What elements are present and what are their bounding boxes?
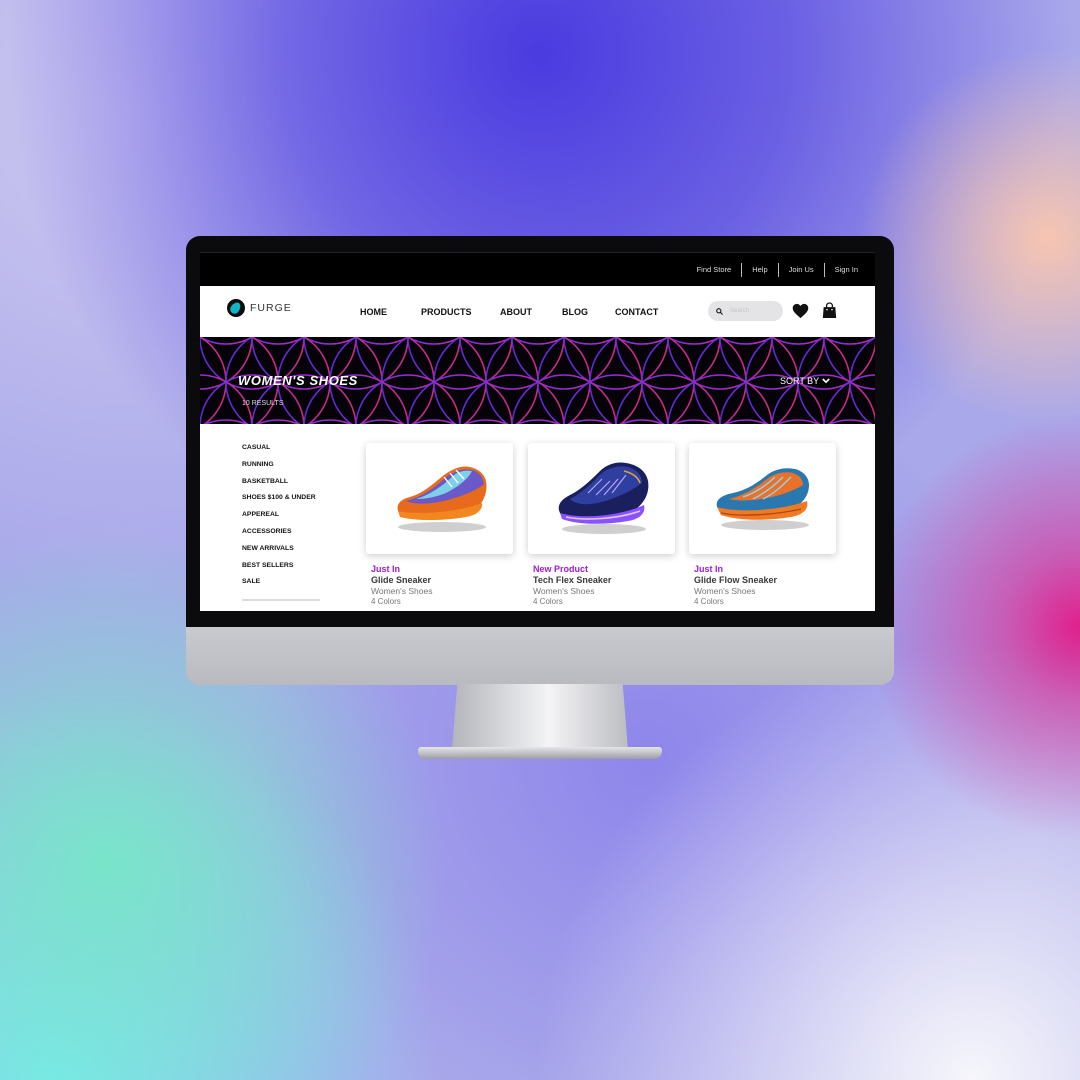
nav-products[interactable]: PRODUCTS	[421, 307, 472, 317]
product-tag: Just In	[694, 564, 724, 574]
category-sale[interactable]: SALE	[242, 577, 316, 594]
product-category: Women's Shoes	[533, 586, 595, 596]
product-card[interactable]: New Product Tech Flex Sneaker Women's Sh…	[528, 443, 675, 606]
product-name[interactable]: Glide Flow Sneaker	[694, 575, 836, 585]
pattern-circle	[667, 374, 773, 424]
product-card[interactable]: Just In Glide Sneaker Women's Shoes 4 Co…	[366, 443, 513, 606]
find-store-link[interactable]: Find Store	[687, 265, 742, 274]
sort-by-dropdown[interactable]: SORT BY	[780, 376, 830, 386]
nav-contact[interactable]: CONTACT	[615, 307, 658, 317]
monitor-stand-base	[418, 747, 662, 759]
product-listing-area: CASUAL RUNNING BASKETBALL SHOES $100 & U…	[200, 424, 875, 611]
pattern-circle	[250, 337, 306, 345]
product-tag: Just In	[371, 564, 401, 574]
brand-logo-icon	[227, 299, 245, 317]
brand-name: FURGE	[250, 302, 292, 314]
category-under-100[interactable]: SHOES $100 & UNDER	[242, 493, 316, 510]
help-link[interactable]: Help	[742, 265, 777, 274]
category-sidebar: CASUAL RUNNING BASKETBALL SHOES $100 & U…	[242, 443, 316, 594]
category-hero-banner: WOMEN'S SHOES 10 RESULTS SORT BY	[200, 337, 875, 424]
nav-blog[interactable]: BLOG	[562, 307, 588, 317]
sidebar-divider	[242, 599, 320, 601]
product-colors: 4 Colors	[371, 597, 401, 606]
product-image[interactable]	[528, 443, 675, 554]
category-new-arrivals[interactable]: NEW ARRIVALS	[242, 544, 316, 561]
pattern-circle	[510, 337, 566, 345]
product-name[interactable]: Glide Sneaker	[371, 575, 513, 585]
product-name[interactable]: Tech Flex Sneaker	[533, 575, 675, 585]
brand-logo[interactable]: FURGE	[227, 299, 292, 317]
monitor-chin	[186, 627, 894, 685]
result-count: 10 RESULTS	[242, 400, 284, 407]
pattern-circle	[354, 337, 410, 345]
page-title: WOMEN'S SHOES	[238, 373, 358, 388]
product-colors: 4 Colors	[694, 597, 724, 606]
heart-icon[interactable]	[792, 303, 809, 319]
search-icon	[716, 307, 723, 315]
pattern-circle	[355, 374, 461, 424]
category-casual[interactable]: CASUAL	[242, 443, 316, 460]
sort-by-label: SORT BY	[780, 376, 820, 386]
category-running[interactable]: RUNNING	[242, 460, 316, 477]
sneaker-image	[558, 462, 649, 534]
product-card[interactable]: Just In Glide Flow Sneaker Women's Shoes…	[689, 443, 836, 606]
nav-home[interactable]: HOME	[360, 307, 387, 317]
shopping-bag-icon[interactable]	[822, 302, 837, 319]
search-input[interactable]: Search	[708, 301, 783, 321]
product-category: Women's Shoes	[371, 586, 433, 596]
pattern-circle	[406, 337, 462, 345]
sneaker-image	[716, 468, 809, 530]
product-image[interactable]	[689, 443, 836, 554]
nav-about[interactable]: ABOUT	[500, 307, 532, 317]
product-colors: 4 Colors	[533, 597, 563, 606]
website-screen: Find Store Help Join Us Sign In FURGE HO…	[200, 252, 875, 611]
category-best-sellers[interactable]: BEST SELLERS	[242, 561, 316, 578]
pattern-circle	[615, 374, 721, 424]
pattern-circle	[407, 374, 513, 424]
pattern-circle	[511, 374, 617, 424]
join-us-link[interactable]: Join Us	[779, 265, 824, 274]
pattern-circle	[562, 337, 618, 345]
product-tag: New Product	[533, 564, 589, 574]
pattern-circle	[458, 337, 514, 345]
product-image[interactable]	[366, 443, 513, 554]
category-apparel[interactable]: APPEREAL	[242, 510, 316, 527]
sneaker-image	[397, 466, 487, 532]
pattern-circle	[563, 374, 669, 424]
pattern-circle	[718, 337, 774, 345]
main-nav: FURGE HOME PRODUCTS ABOUT BLOG CONTACT S…	[200, 286, 875, 337]
pattern-circle	[666, 337, 722, 345]
search-placeholder: Search	[730, 308, 750, 314]
chevron-down-icon	[822, 378, 830, 384]
category-accessories[interactable]: ACCESSORIES	[242, 527, 316, 544]
pattern-circle	[770, 337, 826, 345]
monitor-stand	[452, 684, 628, 750]
utility-bar: Find Store Help Join Us Sign In	[200, 252, 875, 286]
product-category: Women's Shoes	[694, 586, 756, 596]
category-basketball[interactable]: BASKETBALL	[242, 477, 316, 494]
pattern-circle	[302, 337, 358, 345]
pattern-circle	[459, 374, 565, 424]
sign-in-link[interactable]: Sign In	[825, 265, 868, 274]
pattern-circle	[614, 337, 670, 345]
